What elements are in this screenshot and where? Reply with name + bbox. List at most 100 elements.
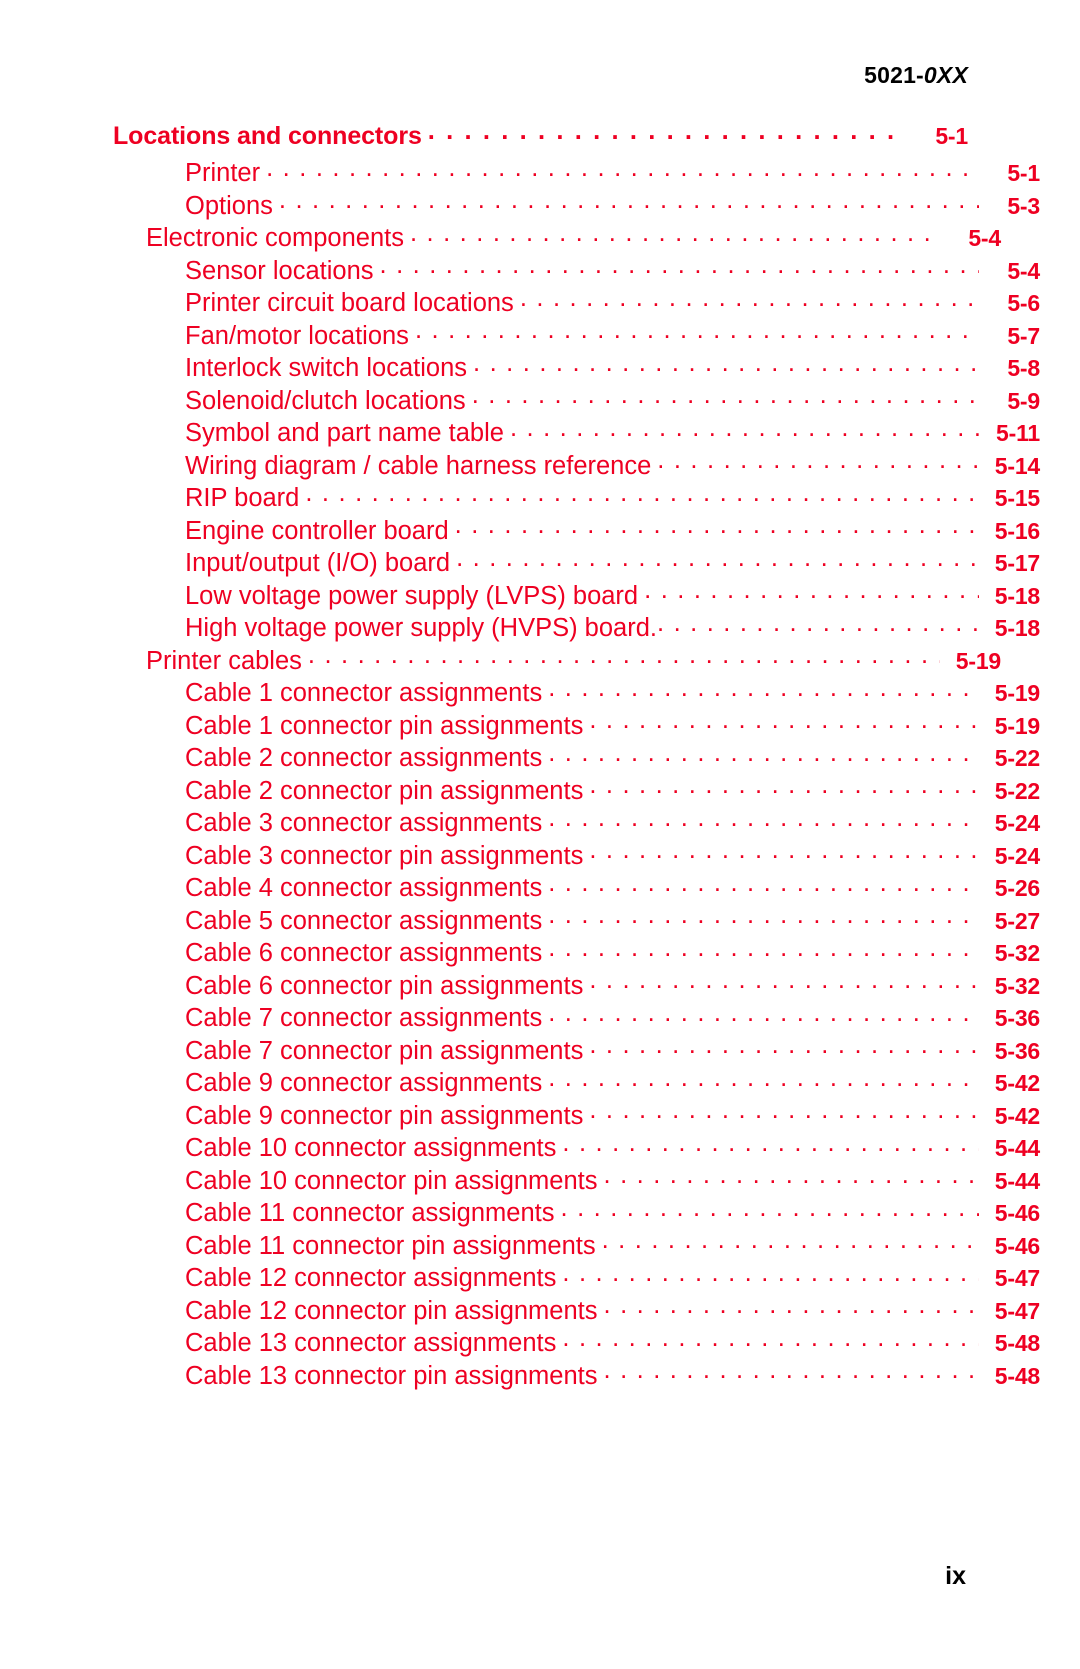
dot-leader	[548, 880, 979, 896]
toc-entry-page-number: 5-46	[994, 1200, 1040, 1226]
toc-entry-title: Cable 1 connector assignments	[185, 679, 543, 707]
dot-leader	[305, 490, 979, 506]
toc-entry-page-number: 5-11	[996, 420, 1040, 446]
toc-entry-page-number: 5-32	[994, 972, 1040, 999]
toc-entry[interactable]: Cable 1 connector assignments 5-19	[113, 679, 1040, 707]
toc-entry[interactable]: Cable 3 connector assignments 5-24	[113, 810, 1040, 837]
toc-entry-title: Wiring diagram / cable harness reference	[185, 451, 652, 480]
table-of-contents: Locations and connectors 5-1 Printer 5-1 Opt…	[113, 124, 1040, 1396]
toc-entry-page-number: 5-47	[994, 1265, 1040, 1291]
dot-leader	[548, 1075, 979, 1091]
dot-leader	[548, 1010, 979, 1026]
toc-entry[interactable]: Cable 6 connector assignments 5-32	[113, 939, 1040, 967]
dot-leader	[589, 1043, 979, 1059]
dot-leader	[548, 685, 979, 701]
toc-entry-page-number: 5-1	[1007, 160, 1040, 186]
footer-page-number: ix	[945, 1562, 966, 1590]
toc-entry-page-number: 5-1	[935, 123, 968, 149]
toc-entry[interactable]: Fan/motor locations 5-7	[113, 322, 1040, 350]
toc-entry[interactable]: Options 5-3	[113, 192, 1040, 220]
toc-entry-page-number: 5-8	[1007, 355, 1040, 381]
toc-entry-title: Cable 13 connector pin assignments	[185, 1361, 598, 1390]
toc-entry-page-number: 5-6	[1007, 290, 1040, 316]
toc-entry[interactable]: Cable 10 connector pin assignments 5-44	[113, 1168, 1040, 1195]
toc-entry[interactable]: RIP board 5-15	[113, 484, 1040, 512]
toc-entry-page-number: 5-7	[1007, 322, 1040, 349]
toc-entry-title: Cable 3 connector pin assignments	[185, 841, 584, 870]
toc-entry-title: Cable 11 connector assignments	[185, 1199, 555, 1227]
toc-entry-page-number: 5-27	[994, 907, 1040, 934]
toc-entry-page-number: 5-19	[994, 680, 1040, 706]
toc-entry-title: Cable 7 connector assignments	[185, 1004, 543, 1032]
toc-entry-title: RIP board	[185, 484, 300, 512]
running-header-suffix: 0XX	[923, 62, 968, 88]
dot-leader	[604, 1303, 980, 1319]
toc-entry-page-number: 5-3	[1007, 192, 1040, 219]
toc-entry-page-number: 5-46	[994, 1232, 1040, 1259]
toc-entry[interactable]: Cable 13 connector pin assignments 5-48	[113, 1361, 1040, 1390]
toc-entry[interactable]: Cable 10 connector assignments 5-44	[113, 1135, 1040, 1162]
toc-entry-title: Engine controller board	[185, 516, 449, 545]
dot-leader	[510, 425, 979, 441]
toc-entry-page-number: 5-24	[994, 810, 1040, 836]
toc-entry-title: Cable 5 connector assignments	[185, 906, 543, 935]
toc-entry[interactable]: Cable 9 connector assignments 5-42	[113, 1070, 1040, 1097]
dot-leader	[657, 458, 979, 474]
toc-entry[interactable]: Cable 12 connector assignments 5-47	[113, 1264, 1040, 1292]
running-header: 5021-0XX	[864, 62, 968, 89]
toc-entry[interactable]: Printer circuit board locations 5-6	[113, 290, 1040, 317]
dot-leader	[266, 165, 979, 181]
toc-entry-page-number: 5-18	[994, 582, 1040, 609]
dot-leader	[473, 360, 979, 376]
toc-entry[interactable]: Cable 13 connector assignments 5-48	[113, 1330, 1040, 1357]
toc-entry[interactable]: Cable 4 connector assignments 5-26	[113, 875, 1040, 902]
dot-leader	[410, 230, 940, 246]
dot-leader	[308, 653, 940, 669]
dot-leader	[380, 263, 979, 279]
toc-entry[interactable]: Cable 7 connector pin assignments 5-36	[113, 1038, 1040, 1065]
toc-entry[interactable]: Cable 2 connector pin assignments 5-22	[113, 777, 1040, 805]
toc-entry[interactable]: Printer 5-1	[113, 160, 1040, 187]
toc-entry[interactable]: Cable 5 connector assignments 5-27	[113, 906, 1040, 935]
toc-entry-page-number: 5-44	[994, 1135, 1040, 1161]
toc-entry[interactable]: Locations and connectors 5-1	[113, 124, 968, 149]
toc-entry-title: Input/output (I/O) board	[185, 549, 451, 577]
toc-entry[interactable]: Cable 9 connector pin assignments 5-42	[113, 1103, 1040, 1130]
dot-leader	[589, 1108, 979, 1124]
toc-entry-title: Cable 1 connector pin assignments	[185, 711, 584, 740]
toc-entry-title: Solenoid/clutch locations	[185, 386, 466, 415]
toc-entry[interactable]: Sensor locations 5-4	[113, 256, 1040, 285]
toc-entry-page-number: 5-47	[994, 1297, 1040, 1324]
toc-entry[interactable]: Interlock switch locations 5-8	[113, 355, 1040, 382]
toc-entry[interactable]: Symbol and part name table 5-11	[113, 420, 1040, 447]
toc-entry[interactable]: Cable 3 connector pin assignments 5-24	[113, 841, 1040, 870]
toc-entry[interactable]: High voltage power supply (HVPS) board. 5…	[113, 615, 1040, 642]
dot-leader	[415, 328, 979, 344]
toc-entry-page-number: 5-16	[994, 517, 1040, 544]
toc-entry[interactable]: Cable 1 connector pin assignments 5-19	[113, 711, 1040, 740]
toc-entry-title: Cable 12 connector assignments	[185, 1264, 557, 1292]
toc-entry[interactable]: Printer cables 5-19	[113, 648, 1001, 675]
toc-entry-title: Cable 6 connector assignments	[185, 939, 543, 967]
toc-entry[interactable]: Cable 11 connector assignments 5-46	[113, 1199, 1040, 1227]
toc-entry-page-number: 5-36	[994, 1005, 1040, 1031]
toc-entry[interactable]: Cable 6 connector pin assignments 5-32	[113, 972, 1040, 1000]
dot-leader	[562, 1140, 979, 1156]
toc-entry-page-number: 5-26	[994, 875, 1040, 901]
toc-entry-page-number: 5-24	[994, 842, 1040, 869]
dot-leader	[472, 393, 979, 409]
dot-leader	[589, 848, 979, 864]
toc-entry[interactable]: Input/output (I/O) board 5-17	[113, 549, 1040, 577]
toc-entry-title: Sensor locations	[185, 256, 374, 285]
toc-entry-page-number: 5-22	[994, 777, 1040, 804]
toc-entry[interactable]: Cable 7 connector assignments 5-36	[113, 1004, 1040, 1032]
toc-entry[interactable]: Cable 2 connector assignments 5-22	[113, 745, 1040, 772]
toc-entry[interactable]: Engine controller board 5-16	[113, 516, 1040, 545]
toc-entry[interactable]: Wiring diagram / cable harness reference…	[113, 451, 1040, 480]
dot-leader	[561, 1205, 980, 1221]
toc-entry[interactable]: Cable 11 connector pin assignments 5-46	[113, 1232, 1040, 1260]
toc-entry[interactable]: Cable 12 connector pin assignments 5-47	[113, 1297, 1040, 1325]
toc-entry[interactable]: Solenoid/clutch locations 5-9	[113, 386, 1040, 415]
toc-entry[interactable]: Electronic components 5-4	[113, 225, 1001, 252]
toc-entry[interactable]: Low voltage power supply (LVPS) board 5-1…	[113, 582, 1040, 610]
